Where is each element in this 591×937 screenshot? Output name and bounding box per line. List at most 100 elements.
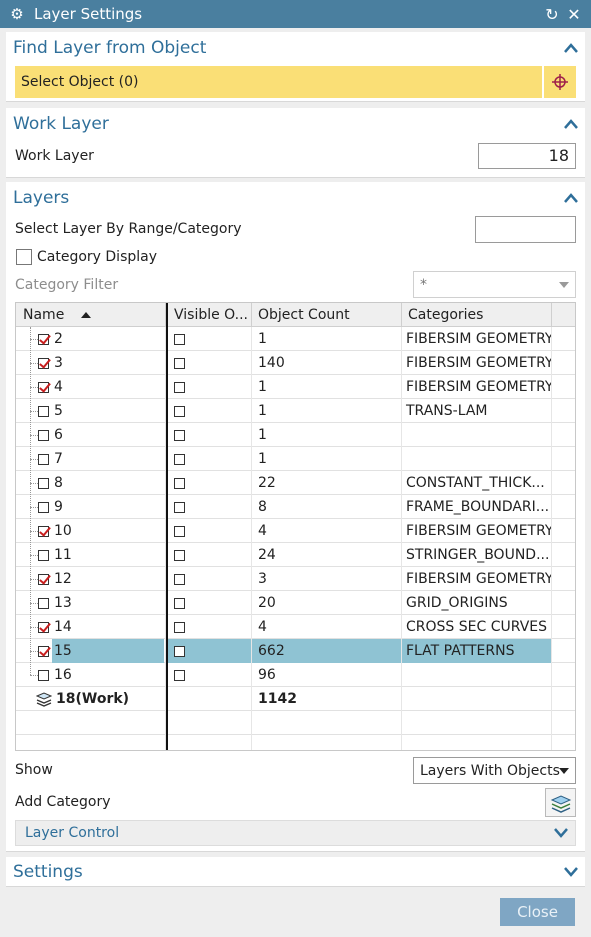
settings-header[interactable]: Settings <box>6 857 585 887</box>
layer-checkbox[interactable] <box>38 519 49 543</box>
layer-table: Name Visible O... Object Count Categorie… <box>15 302 576 751</box>
layer-checkbox[interactable] <box>38 351 49 375</box>
layer-checkbox[interactable] <box>38 471 49 495</box>
category-display-label: Category Display <box>37 249 158 265</box>
layer-checkbox[interactable] <box>38 663 49 687</box>
checkbox-icon <box>38 477 49 489</box>
add-category-label: Add Category <box>15 794 111 810</box>
checkbox-icon <box>174 549 185 561</box>
chevron-up-icon[interactable] <box>557 182 585 214</box>
category-cell: CROSS SEC CURVES <box>402 615 552 639</box>
close-icon[interactable]: ✕ <box>563 5 585 24</box>
chevron-down-icon <box>559 281 569 288</box>
select-object-field[interactable]: Select Object (0) <box>15 66 576 98</box>
category-display-checkbox[interactable] <box>16 249 32 265</box>
table-row[interactable]: 5 1 TRANS-LAM <box>16 399 575 423</box>
table-row[interactable]: 61 <box>16 423 575 447</box>
column-visible[interactable]: Visible O... <box>168 303 252 327</box>
table-row[interactable]: 4 1 FIBERSIM GEOMETRY <box>16 375 575 399</box>
table-row[interactable]: 14 4 CROSS SEC CURVES <box>16 615 575 639</box>
select-by-range-input[interactable] <box>475 216 576 243</box>
reset-icon[interactable]: ↻ <box>541 5 563 24</box>
table-row[interactable]: 12 3 FIBERSIM GEOMETRY <box>16 567 575 591</box>
object-count-cell: 4 <box>252 519 402 543</box>
column-object-count[interactable]: Object Count <box>252 303 402 327</box>
close-button[interactable]: Close <box>500 898 575 926</box>
table-row[interactable]: 71 <box>16 447 575 471</box>
layer-checkbox[interactable] <box>38 423 49 447</box>
checkbox-icon <box>174 621 185 633</box>
column-name[interactable]: Name <box>16 303 166 327</box>
layer-name-cell: 15 <box>16 639 166 663</box>
layer-checkbox[interactable] <box>38 543 49 567</box>
visible-cell[interactable] <box>166 423 252 447</box>
table-row[interactable]: 2 1 FIBERSIM GEOMETRY <box>16 327 575 351</box>
visible-cell[interactable] <box>166 519 252 543</box>
category-cell <box>402 423 552 447</box>
table-row[interactable]: 13 20 GRID_ORIGINS <box>16 591 575 615</box>
checkbox-icon <box>38 621 49 633</box>
visible-cell[interactable] <box>166 375 252 399</box>
visible-cell[interactable] <box>166 495 252 519</box>
chevron-up-icon[interactable] <box>557 32 585 64</box>
object-count-cell: 1 <box>252 423 402 447</box>
checkbox-icon <box>174 405 185 417</box>
visible-cell[interactable] <box>166 327 252 351</box>
work-layer-input[interactable]: 18 <box>478 143 576 169</box>
tree-guide <box>30 327 31 675</box>
table-row[interactable]: 16 96 <box>16 663 575 687</box>
category-cell: FIBERSIM GEOMETRY <box>402 567 552 591</box>
work-layer-header[interactable]: Work Layer <box>6 108 585 140</box>
visible-cell[interactable] <box>166 543 252 567</box>
visible-cell[interactable] <box>166 639 252 663</box>
find-layer-header[interactable]: Find Layer from Object <box>6 32 585 64</box>
layer-checkbox[interactable] <box>38 591 49 615</box>
category-cell: GRID_ORIGINS <box>402 591 552 615</box>
chevron-up-icon[interactable] <box>557 108 585 140</box>
object-count-cell: 140 <box>252 351 402 375</box>
crosshair-icon[interactable] <box>544 66 576 98</box>
visible-cell[interactable] <box>166 447 252 471</box>
add-category-button[interactable] <box>545 788 576 817</box>
chevron-down-icon[interactable] <box>557 857 585 887</box>
chevron-down-icon[interactable] <box>547 817 575 849</box>
visible-cell[interactable] <box>166 351 252 375</box>
checkbox-icon <box>38 549 49 561</box>
table-row[interactable]: 10 4 FIBERSIM GEOMETRY <box>16 519 575 543</box>
table-row[interactable]: 11 24 STRINGER_BOUND... <box>16 543 575 567</box>
layer-control-section[interactable]: Layer Control <box>15 820 576 846</box>
checkbox-icon <box>174 333 185 345</box>
category-cell: STRINGER_BOUND... <box>402 543 552 567</box>
table-header: Name Visible O... Object Count Categorie… <box>16 303 575 327</box>
table-row[interactable]: 3 140 FIBERSIM GEOMETRY <box>16 351 575 375</box>
visible-cell[interactable] <box>166 567 252 591</box>
category-cell <box>402 687 552 711</box>
column-categories[interactable]: Categories <box>402 303 552 327</box>
work-layer-row[interactable]: 18(Work) 1142 <box>16 687 575 711</box>
table-row[interactable]: 8 22 CONSTANT_THICK... <box>16 471 575 495</box>
table-row[interactable]: 15 662 FLAT PATTERNS <box>16 639 575 663</box>
checkbox-icon <box>38 381 49 393</box>
layer-checkbox[interactable] <box>38 447 49 471</box>
visible-cell[interactable] <box>166 615 252 639</box>
show-select[interactable]: Layers With Objects <box>413 757 576 784</box>
layers-header[interactable]: Layers <box>6 182 585 214</box>
layer-checkbox[interactable] <box>38 615 49 639</box>
show-label: Show <box>15 762 53 778</box>
work-layer-icon <box>36 692 52 707</box>
category-cell: FIBERSIM GEOMETRY <box>402 519 552 543</box>
layer-checkbox[interactable] <box>38 327 49 351</box>
table-row[interactable]: 9 8 FRAME_BOUNDARI... <box>16 495 575 519</box>
visible-cell[interactable] <box>166 591 252 615</box>
visible-cell[interactable] <box>166 399 252 423</box>
work-layer-label: Work Layer <box>15 148 94 164</box>
layer-checkbox[interactable] <box>38 567 49 591</box>
layer-checkbox[interactable] <box>38 375 49 399</box>
layer-checkbox[interactable] <box>38 399 49 423</box>
layer-checkbox[interactable] <box>38 495 49 519</box>
visible-cell[interactable] <box>166 663 252 687</box>
checkbox-icon <box>38 453 49 465</box>
layer-checkbox[interactable] <box>38 639 49 663</box>
layer-name-cell: 6 <box>16 423 166 447</box>
visible-cell[interactable] <box>166 471 252 495</box>
